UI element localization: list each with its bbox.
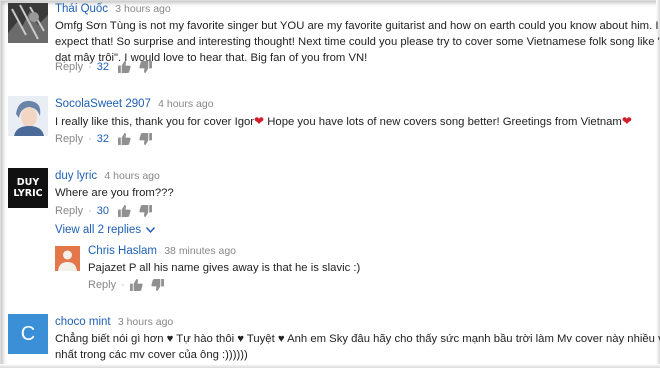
avatar-text: DUY LYRIC xyxy=(8,168,48,208)
heart-icon: ❤ xyxy=(254,114,265,128)
reply-button[interactable]: Reply xyxy=(88,279,116,291)
comment-text: Pajazet P all his name gives away is tha… xyxy=(88,262,361,274)
like-icon[interactable] xyxy=(118,133,131,145)
avatar-image xyxy=(8,3,48,43)
avatar[interactable]: DUY LYRIC xyxy=(8,168,48,208)
comment-time[interactable]: 4 hours ago xyxy=(158,98,213,110)
comment-actions: Reply · xyxy=(88,279,172,291)
dislike-icon[interactable] xyxy=(139,61,153,73)
dislike-icon[interactable] xyxy=(151,279,164,291)
comment-text: Where are you from??? xyxy=(55,187,174,199)
comment-header: duy lyric 4 hours ago xyxy=(55,170,160,182)
comment-author[interactable]: choco mint xyxy=(55,316,111,328)
avatar-image xyxy=(55,246,80,271)
frame-shadow-bottom xyxy=(0,364,660,368)
reply-button[interactable]: Reply xyxy=(55,205,83,217)
comment-text: I really like this, thank you for cover … xyxy=(55,113,632,130)
like-icon[interactable] xyxy=(118,61,131,73)
comment-header: SocolaSweet 2907 4 hours ago xyxy=(55,98,214,110)
avatar-image xyxy=(8,96,48,136)
avatar[interactable] xyxy=(55,246,80,271)
comment-text: Chẳng biết nói gì hơn ♥ Tự hào thôi ♥ Tu… xyxy=(55,331,660,363)
comment-author[interactable]: Thái Quốc xyxy=(55,3,108,15)
comment-text-line: Omfg Sơn Tùng is not my favorite singer … xyxy=(55,20,660,32)
comment-actions: Reply · 32 xyxy=(55,133,160,145)
comment-time[interactable]: 3 hours ago xyxy=(115,3,170,15)
comment-text-line: expect that! So surprise and interesting… xyxy=(55,36,660,48)
comment-header: Thái Quốc 3 hours ago xyxy=(55,3,171,15)
comment-actions: Reply · 30 xyxy=(55,205,160,217)
avatar[interactable] xyxy=(8,96,48,136)
avatar-letter: C xyxy=(20,322,36,345)
comment-actions: Reply · 32 xyxy=(55,61,160,73)
avatar[interactable] xyxy=(8,3,48,43)
comment-header: Chris Haslam 38 minutes ago xyxy=(88,245,236,257)
separator-dot: · xyxy=(121,279,125,291)
comment-author[interactable]: Chris Haslam xyxy=(88,245,157,257)
separator-dot: · xyxy=(88,205,92,217)
reply-button[interactable]: Reply xyxy=(55,133,83,145)
avatar-text-top: DUY xyxy=(16,177,40,188)
reply-button[interactable]: Reply xyxy=(55,61,83,73)
comment-text-part: Hope you have lots of new covers song be… xyxy=(264,116,622,128)
separator-dot: · xyxy=(88,133,92,145)
heart-icon: ❤ xyxy=(621,114,632,128)
dislike-icon[interactable] xyxy=(139,205,153,217)
comment-header: choco mint 3 hours ago xyxy=(55,316,173,328)
like-count: 30 xyxy=(96,205,110,217)
like-icon[interactable] xyxy=(129,279,143,291)
comment-time[interactable]: 4 hours ago xyxy=(104,170,159,182)
comment-text-part: I really like this, thank you for cover … xyxy=(55,116,255,128)
comment-author[interactable]: duy lyric xyxy=(55,170,97,182)
avatar-text-bottom: LYRIC xyxy=(13,188,43,199)
comment-time[interactable]: 38 minutes ago xyxy=(164,245,236,257)
comment-text-line: nhất trong các mv cover của ông :)))))) xyxy=(55,349,248,361)
like-count: 32 xyxy=(96,61,110,73)
like-icon[interactable] xyxy=(118,205,131,217)
avatar[interactable]: C xyxy=(8,314,48,354)
view-replies-label: View all 2 replies xyxy=(55,224,142,236)
dislike-icon[interactable] xyxy=(139,133,153,145)
chevron-down-icon xyxy=(146,227,156,233)
comment-text-line: Chẳng biết nói gì hơn ♥ Tự hào thôi ♥ Tu… xyxy=(55,333,660,345)
like-count: 32 xyxy=(96,133,110,145)
comment-time[interactable]: 3 hours ago xyxy=(118,316,173,328)
separator-dot: · xyxy=(88,61,92,73)
comment-author[interactable]: SocolaSweet 2907 xyxy=(55,98,151,110)
view-replies-button[interactable]: View all 2 replies xyxy=(55,224,156,236)
comment-text: Omfg Sơn Tùng is not my favorite singer … xyxy=(55,18,660,66)
